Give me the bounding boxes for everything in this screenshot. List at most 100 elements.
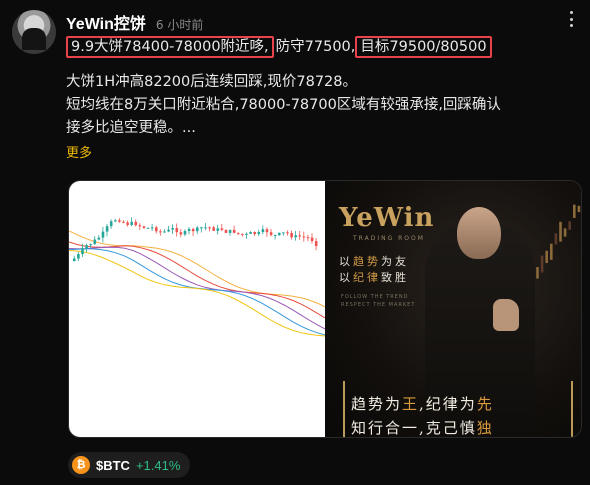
candle-body [97, 237, 101, 240]
highlight-entry: 9.9大饼78400-78000附近哆, [66, 36, 274, 58]
post-header: YeWin控饼 6 小时前 [66, 10, 204, 34]
candle-body [187, 228, 191, 231]
candle-body [167, 229, 170, 232]
candle-body [163, 231, 166, 233]
candle-body [126, 222, 129, 225]
candle-body [290, 232, 293, 238]
promo-candle [554, 233, 558, 245]
candle-body [77, 254, 80, 259]
candle-body [265, 229, 269, 233]
candle-body [241, 233, 244, 235]
candle-body [81, 248, 84, 255]
bitcoin-icon: ₿ [72, 456, 90, 474]
candle-body [306, 237, 310, 239]
candle-body [228, 229, 232, 233]
candle-body [114, 220, 117, 222]
promo-slogan-2: 以纪律致胜 [339, 271, 409, 284]
moving-average-line [69, 248, 325, 336]
candle-body [73, 258, 76, 261]
paragraph-line-1: 大饼1H冲高82200后连续回踩,现价78728。 [66, 74, 357, 90]
candle-body [286, 232, 289, 234]
motto-line-2: 知行合一,克己慎独 [351, 419, 494, 437]
candle-body [208, 227, 211, 229]
moving-average-line [69, 230, 325, 308]
promo-banner: YeWin TRADING ROOM 以趋势为友 以纪律致胜 FOLLOW TH… [325, 181, 581, 437]
candle-body [204, 227, 207, 229]
candle-body [282, 232, 285, 234]
candle-body [109, 221, 113, 227]
candle-body [257, 232, 261, 235]
highlight-target: 目标79500/80500 [355, 36, 492, 58]
promo-candle [563, 228, 567, 237]
ticker-change: +1.41% [135, 457, 181, 473]
promo-candle [573, 204, 576, 219]
candle-body [134, 221, 138, 226]
candle-body [159, 231, 162, 233]
candle-body [237, 232, 240, 234]
ticker-symbol: $BTC [96, 457, 130, 473]
chart-thumbnail [69, 181, 325, 437]
candle-body [249, 231, 252, 234]
promo-slogan-1: 以趋势为友 [339, 255, 409, 268]
candle-body [302, 236, 306, 238]
raised-hand [493, 299, 519, 331]
candle-body [273, 235, 277, 237]
post-time: 6 小时前 [155, 18, 204, 32]
candle-body [200, 227, 203, 229]
candle-body [85, 245, 88, 249]
candle-body [122, 221, 125, 223]
candle-body [196, 227, 199, 232]
candle-body [155, 227, 158, 232]
candle-body [294, 235, 297, 238]
promo-follow-text: FOLLOW THE TREND RESPECT THE MARKET [341, 294, 416, 308]
candlestick-chart [69, 217, 325, 337]
post-image[interactable]: YeWin TRADING ROOM 以趋势为友 以纪律致胜 FOLLOW TH… [68, 180, 582, 438]
candle-body [118, 220, 121, 222]
candle-body [278, 232, 281, 236]
promo-brand-sub: TRADING ROOM [353, 235, 425, 242]
candle-body [101, 231, 105, 238]
candle-body [269, 232, 273, 236]
candle-body [171, 228, 174, 230]
promo-candle [540, 255, 544, 273]
more-options-icon[interactable] [562, 10, 580, 28]
promo-candle [577, 205, 581, 213]
paragraph-line-2: 短均线在8万关口附近粘合,78000-78700区域有较强承接,回踩确认 [66, 97, 501, 113]
candle-body [212, 227, 215, 231]
promo-candle [536, 267, 539, 279]
promo-candle [550, 243, 553, 260]
author-name[interactable]: YeWin控饼 [66, 10, 146, 34]
candle-body [175, 228, 179, 233]
candle-body [150, 227, 154, 229]
post-body: 9.9大饼78400-78000附近哆, 防守77500, 目标79500/8050… [66, 36, 576, 165]
stop-text: 防守77500, [275, 39, 356, 55]
moving-average-line [69, 250, 325, 337]
ticker-tag[interactable]: ₿ $BTC +1.41% [68, 452, 191, 478]
promo-candle [568, 221, 571, 230]
candle-body [245, 233, 248, 235]
read-more-link[interactable]: 更多 [66, 142, 92, 165]
author-avatar[interactable] [12, 10, 56, 54]
promo-candle [545, 250, 548, 264]
candle-body [138, 225, 142, 227]
post-first-line: 9.9大饼78400-78000附近哆, 防守77500, 目标79500/8050… [66, 36, 576, 59]
candle-body [191, 228, 195, 232]
candle-body [216, 228, 220, 231]
candle-body [105, 226, 109, 232]
candle-body [183, 230, 187, 235]
promo-candle [559, 221, 562, 242]
candle-body [93, 239, 97, 245]
candle-body [298, 235, 302, 237]
candle-body [142, 226, 146, 228]
candle-body [220, 228, 224, 230]
candle-body [310, 237, 314, 242]
candle-body [146, 227, 150, 229]
candle-body [179, 232, 183, 235]
candle-body [89, 244, 92, 246]
candle-body [261, 229, 265, 233]
candle-body [130, 221, 133, 225]
paragraph-line-3: 接多比追空更稳。... [66, 120, 196, 136]
candle-body [224, 229, 228, 233]
motto-line-1: 趋势为王,纪律为先 [351, 395, 494, 413]
candle-body [253, 231, 256, 235]
